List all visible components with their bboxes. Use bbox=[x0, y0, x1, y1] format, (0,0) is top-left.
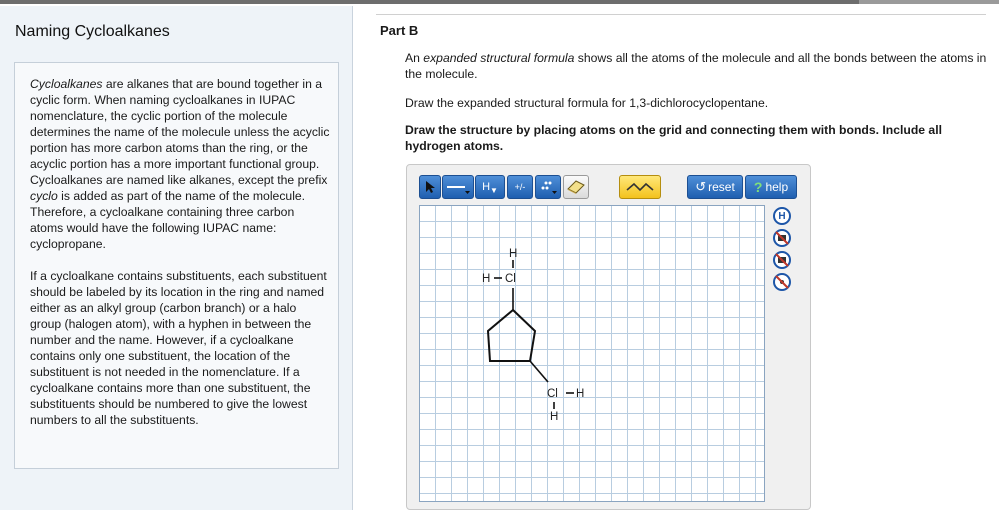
ring-tool-button[interactable] bbox=[619, 175, 661, 199]
reset-button[interactable]: ↺ reset bbox=[687, 175, 743, 199]
info-paragraph-1: Cycloalkanes are alkanes that are bound … bbox=[30, 76, 330, 253]
term-cycloalkanes: Cycloalkanes bbox=[30, 77, 103, 91]
eraser-tool-button[interactable] bbox=[563, 175, 589, 199]
zigzag-icon bbox=[626, 182, 654, 192]
info-paragraph-2: If a cycloalkane contains substituents, … bbox=[30, 268, 327, 427]
atom-h-tool-button[interactable]: H ▼ bbox=[475, 175, 505, 199]
atom-h-bottom[interactable]: H bbox=[550, 411, 558, 423]
drawing-canvas[interactable]: H H Cl Cl H H bbox=[419, 205, 765, 502]
atom-cl-lower[interactable]: Cl bbox=[547, 388, 558, 400]
arrow-icon bbox=[426, 181, 435, 193]
atom-h-label: H bbox=[482, 181, 491, 193]
reset-icon: ↺ bbox=[695, 179, 707, 194]
molecule-structure: H H Cl Cl H H bbox=[482, 248, 584, 423]
show-hydrogens-button[interactable]: H bbox=[773, 207, 791, 225]
cyclopentane-ring bbox=[486, 308, 537, 362]
help-icon: ? bbox=[753, 179, 763, 195]
help-button[interactable]: ? help bbox=[745, 175, 797, 199]
info-text: Cycloalkanes are alkanes that are bound … bbox=[30, 76, 330, 443]
def-pre: An bbox=[405, 51, 424, 65]
definition-paragraph: An expanded structural formula shows all… bbox=[405, 51, 990, 82]
atom-h-right[interactable]: H bbox=[576, 388, 584, 400]
term-cyclo: cyclo bbox=[30, 189, 58, 204]
select-tool-button[interactable] bbox=[419, 175, 441, 199]
show-h-label: H bbox=[778, 210, 786, 222]
help-label: help bbox=[765, 180, 789, 194]
lone-pair-tool-button[interactable] bbox=[535, 175, 561, 199]
panel-title: Naming Cycloalkanes bbox=[15, 23, 170, 40]
dots-icon bbox=[541, 181, 557, 194]
eraser-icon bbox=[567, 180, 585, 194]
part-title: Part B bbox=[380, 23, 419, 38]
question-prompt: Draw the expanded structural formula for… bbox=[405, 96, 769, 110]
top-bar bbox=[0, 0, 999, 4]
charge-tool-button[interactable]: +/- bbox=[507, 175, 533, 199]
reset-label: reset bbox=[708, 180, 735, 194]
bond-c3-cl bbox=[529, 360, 549, 383]
dropdown-caret-icon: ▼ bbox=[490, 185, 498, 195]
info-p1-end: is added as part of the name of the mole… bbox=[30, 189, 306, 252]
no-dot-icon bbox=[775, 275, 789, 289]
info-p1-text: are alkanes that are bound together in a… bbox=[30, 77, 330, 188]
def-term: expanded structural formula bbox=[423, 51, 575, 65]
instructions: Draw the structure by placing atoms on t… bbox=[405, 123, 942, 153]
top-bar-right bbox=[859, 0, 999, 4]
atom-h-left[interactable]: H bbox=[482, 273, 490, 285]
no-charge-button[interactable] bbox=[773, 273, 791, 291]
atom-cl-upper[interactable]: Cl bbox=[505, 273, 516, 285]
charge-label: +/- bbox=[514, 182, 526, 192]
no-abbrev-button[interactable] bbox=[773, 229, 791, 247]
bond-line-icon bbox=[447, 186, 470, 194]
header-rule bbox=[376, 14, 986, 15]
drawing-tool: H ▼ +/- ↺ reset ? help H H Cl Cl H H H bbox=[406, 164, 811, 510]
atom-h-top[interactable]: H bbox=[509, 248, 517, 260]
left-panel: Naming Cycloalkanes Cycloalkanes are alk… bbox=[0, 6, 353, 510]
info-box: Cycloalkanes are alkanes that are bound … bbox=[14, 62, 339, 469]
no-label-icon bbox=[775, 253, 789, 267]
bond-tool-button[interactable] bbox=[442, 175, 474, 199]
no-label-button[interactable] bbox=[773, 251, 791, 269]
no-symbol-icon bbox=[775, 231, 789, 245]
